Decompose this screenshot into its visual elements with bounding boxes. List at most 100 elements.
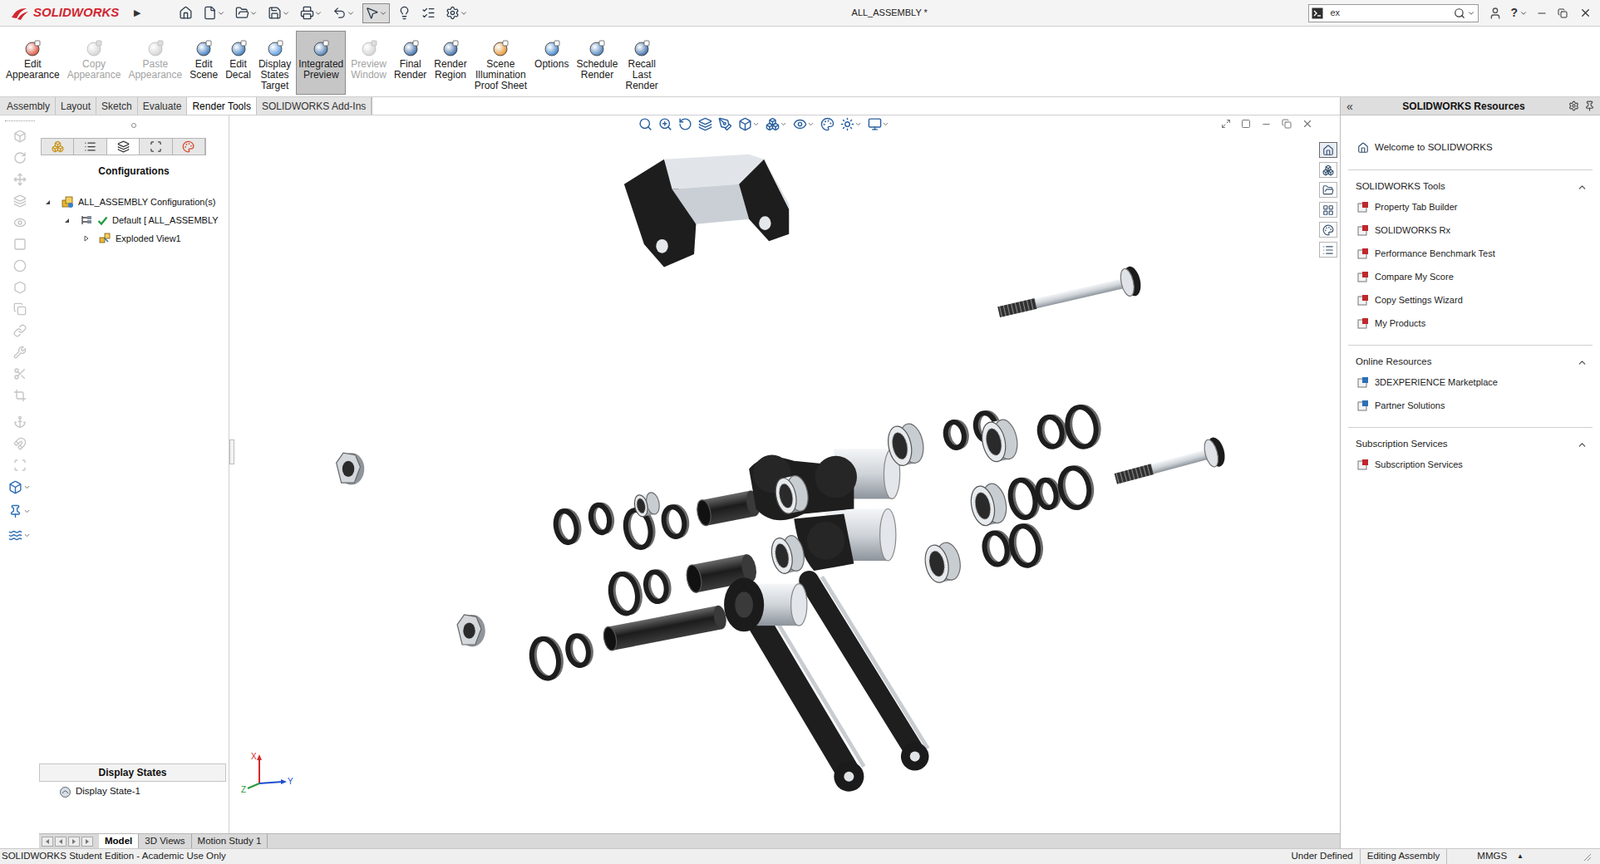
ribbon-button[interactable]: EditScene [187,30,221,95]
resource-link[interactable]: Property Tab Builder [1348,195,1593,219]
scroll-arrow-icon[interactable] [68,836,80,847]
display-state-item[interactable]: Display State-1 [39,782,227,803]
tool-icon[interactable] [8,480,23,495]
washer[interactable] [1063,403,1103,450]
ribbon-button[interactable]: SceneIlluminationProof Sheet [472,30,530,95]
needle-bearing[interactable] [885,421,927,468]
help-button[interactable]: ? [1510,4,1518,22]
ribbon-button[interactable]: Options [531,30,572,95]
user-icon[interactable] [1488,6,1502,20]
task-pane-tab[interactable] [1319,162,1338,178]
tool-icon[interactable] [13,129,27,143]
command-tab[interactable]: Render Tools [187,97,257,115]
needle-bearing[interactable] [921,540,964,585]
view-tool-icon[interactable] [840,117,855,132]
manager-tab[interactable] [172,138,206,155]
manager-tab[interactable] [107,138,140,155]
section-header[interactable]: Online Resources [1348,354,1593,371]
washer[interactable] [607,571,645,616]
resource-link[interactable]: Compare My Score [1348,265,1593,289]
ribbon-button[interactable]: PreviewWindow [348,30,389,95]
restore-icon[interactable] [1557,8,1568,19]
ribbon-button[interactable]: PasteAppearance [125,30,185,95]
welcome-link[interactable]: Welcome to SOLIDWORKS [1340,136,1600,160]
bottom-tab[interactable]: Motion Study 1 [192,834,269,849]
dropdown-icon[interactable] [23,507,31,516]
scroll-arrow-icon[interactable] [81,836,94,847]
resource-link[interactable]: Copy Settings Wizard [1348,288,1593,312]
view-tool-icon[interactable] [678,117,693,132]
manager-tab[interactable] [41,138,74,155]
graphics-area[interactable]: XYZ [229,115,1317,834]
task-pane-tab[interactable] [1319,201,1338,218]
needle-bearing[interactable] [772,473,812,516]
panel-splitter[interactable] [229,439,235,465]
scroll-arrow-icon[interactable] [54,836,67,847]
task-pane-tab[interactable] [1319,182,1338,198]
command-tab[interactable]: Assembly [1,97,56,115]
tile-icon[interactable] [1220,118,1231,129]
washer[interactable] [1034,477,1062,510]
ribbon-button[interactable]: CopyAppearance [64,30,124,95]
bottom-tab[interactable]: 3D Views [138,834,192,849]
washer[interactable] [1057,464,1096,511]
view-tool-icon[interactable] [792,117,808,132]
washer[interactable] [565,633,595,668]
collapse-icon[interactable] [1576,182,1588,193]
quick-access-button[interactable] [200,3,228,24]
quick-access-button[interactable] [176,3,196,24]
ribbon-button[interactable]: DisplayStatesTarget [256,30,294,95]
task-pane-tab[interactable] [1319,221,1338,238]
tool-icon[interactable] [13,388,27,403]
close-icon[interactable] [1579,6,1592,20]
quick-access-button[interactable] [394,3,414,24]
search-box[interactable]: ex [1308,4,1479,23]
quick-access-button[interactable] [362,3,390,24]
restore-icon[interactable] [1281,118,1292,129]
ribbon-button[interactable]: IntegratedPreview [295,30,346,95]
collapsed-icon[interactable] [82,234,91,243]
ribbon-button[interactable]: RecallLastRender [622,30,660,95]
tool-icon[interactable] [8,504,23,519]
washer[interactable] [981,530,1013,567]
view-tool-icon[interactable] [738,117,753,132]
scroll-arrow-icon[interactable] [41,836,54,847]
resource-link[interactable]: My Products [1348,311,1593,335]
quick-access-button[interactable] [443,3,471,24]
quick-access-button[interactable] [329,3,358,24]
view-tool-icon[interactable] [820,117,835,132]
tool-icon[interactable] [13,415,27,429]
task-pane-tab[interactable] [1319,241,1338,258]
minimize-icon[interactable] [1536,7,1548,20]
needle-bearing[interactable] [979,418,1021,465]
resource-link[interactable]: 3DEXPERIENCE Marketplace [1348,370,1593,394]
tool-icon[interactable] [13,458,27,473]
expanded-icon[interactable] [43,197,52,207]
ribbon-button[interactable]: ScheduleRender [573,30,621,95]
view-tool-icon[interactable] [718,117,733,132]
minimize-icon[interactable] [1260,118,1272,130]
command-tab[interactable]: Sketch [96,97,138,115]
tool-icon[interactable] [13,237,27,252]
manager-tab[interactable] [139,138,173,155]
bracket[interactable] [624,154,792,268]
tool-icon[interactable] [13,367,27,381]
tree-item[interactable]: Default [ ALL_ASSEMBLY [39,211,229,230]
bottom-tab[interactable]: Model [98,834,139,849]
collapse-button[interactable]: « [1340,100,1359,113]
dropdown-icon[interactable] [854,120,862,128]
view-tool-icon[interactable] [698,117,713,132]
bolt[interactable] [1112,435,1228,494]
panel-grip-icon[interactable] [130,122,138,129]
washer[interactable] [588,502,616,535]
units-menu-button[interactable]: ▲ [1516,851,1524,862]
resource-link[interactable]: Performance Benchmark Test [1348,241,1593,266]
washer[interactable] [552,508,582,545]
washer[interactable] [1008,522,1045,568]
tree-item[interactable]: Exploded View1 [39,229,229,248]
view-tool-icon[interactable] [638,117,653,132]
settings-icon[interactable] [1568,100,1580,112]
tool-icon[interactable] [13,302,27,316]
washer[interactable] [643,569,673,604]
washer[interactable] [943,419,970,450]
